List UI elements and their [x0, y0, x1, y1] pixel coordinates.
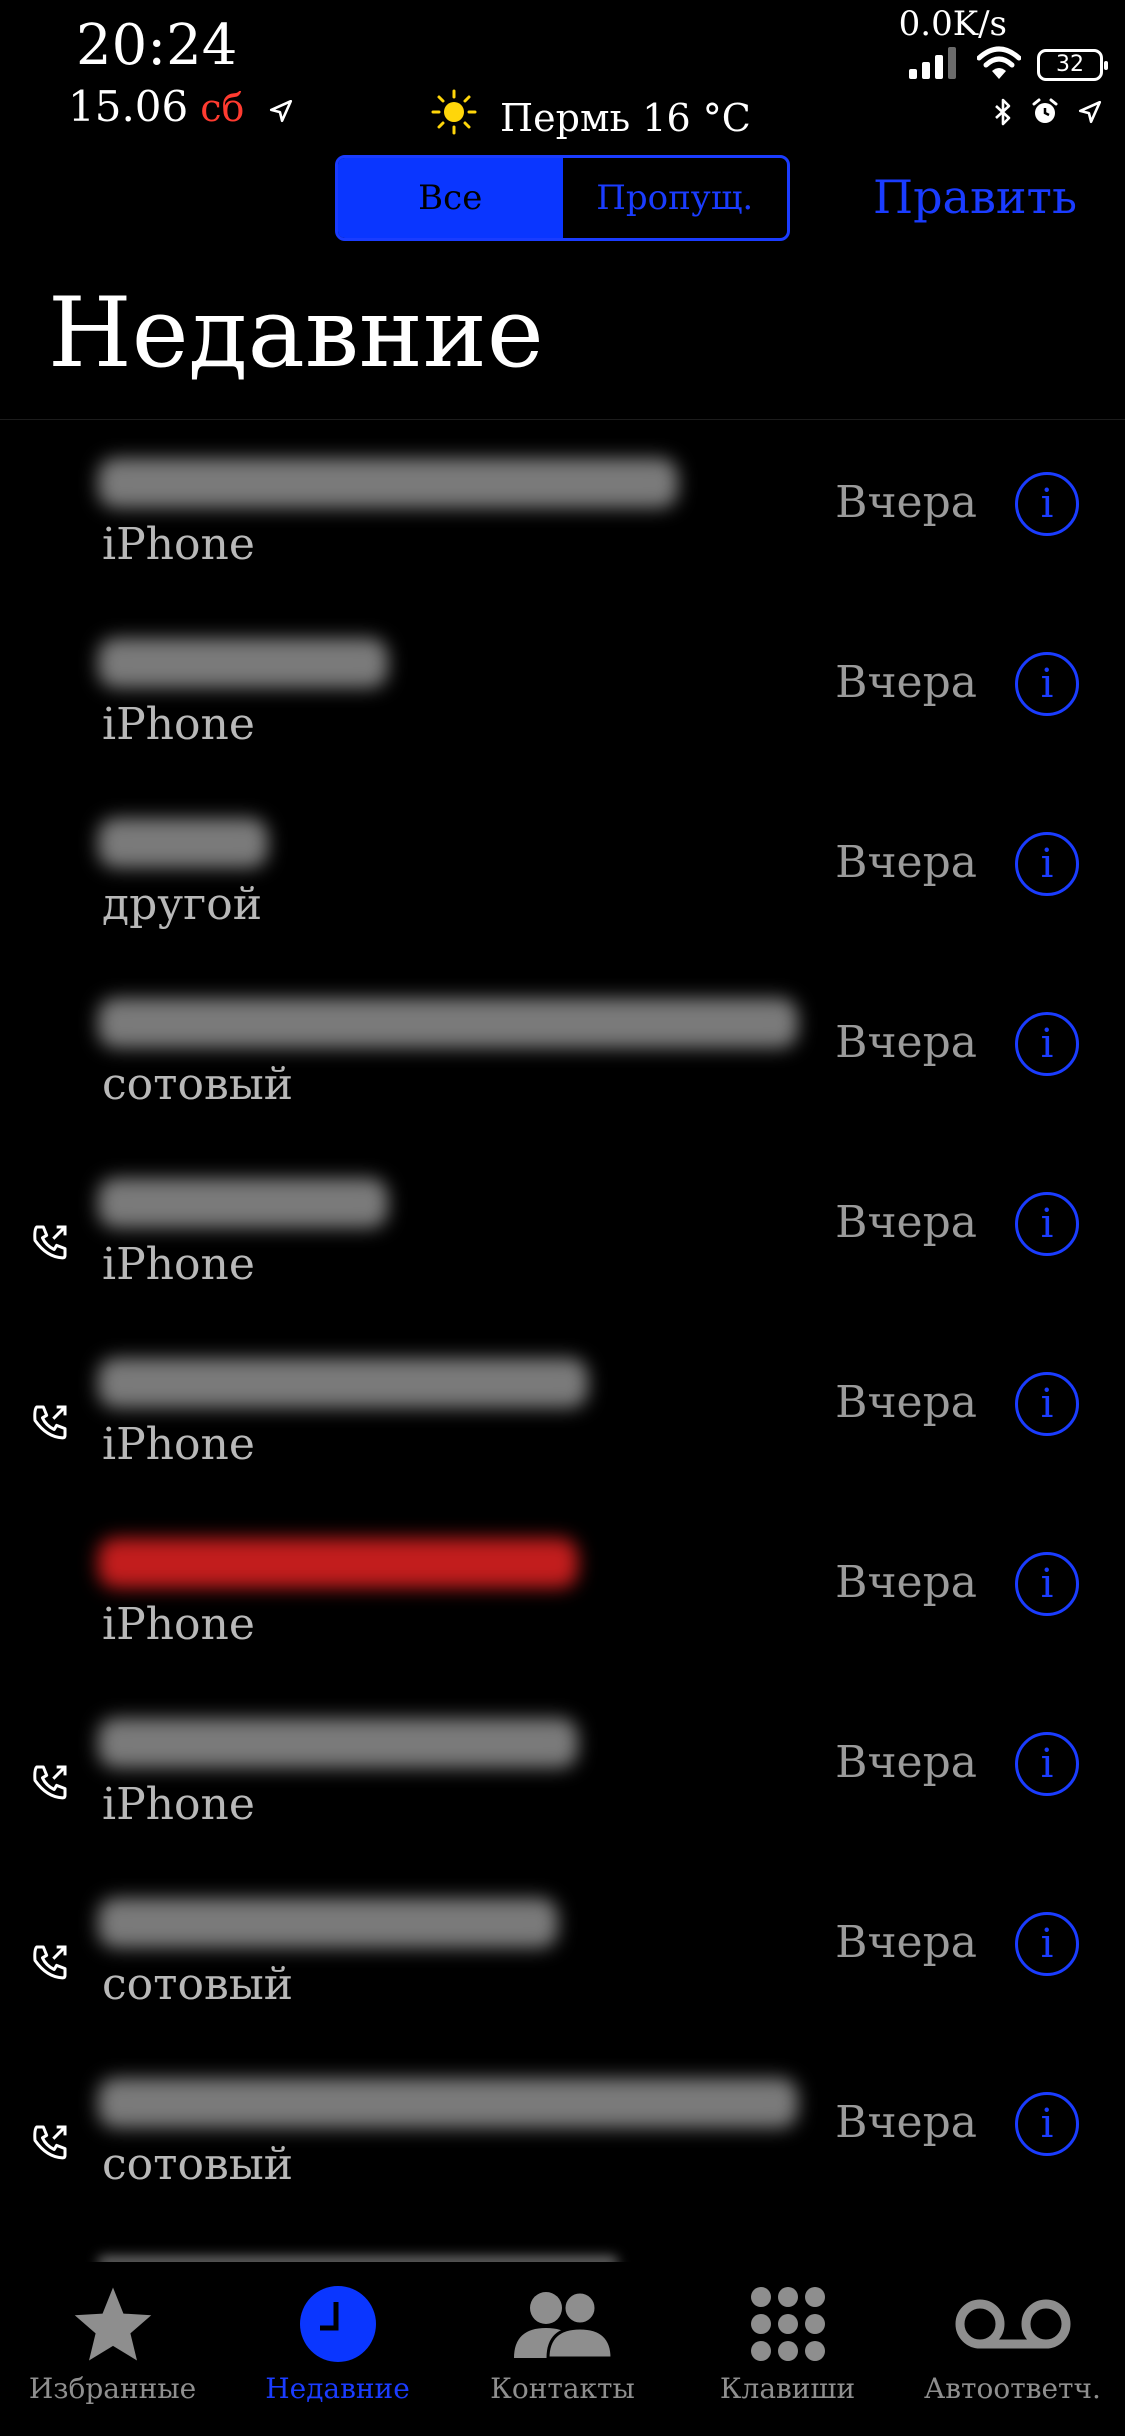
phone-type: iPhone	[102, 1779, 255, 1830]
phone-type: сотовый	[102, 1959, 294, 2010]
tab-label: Автоответч.	[924, 2372, 1101, 2405]
recent-calls-list[interactable]: iPhone Вчера i iPhone Вчера i другой Вчера i сото…	[0, 420, 1125, 2250]
status-indicators-secondary	[993, 98, 1103, 130]
tab-contacts[interactable]: Контакты	[450, 2262, 675, 2436]
battery-icon: 32	[1037, 49, 1108, 81]
info-icon[interactable]: i	[1015, 1372, 1079, 1436]
contact-name	[98, 1538, 578, 1588]
call-time: Вчера	[835, 1557, 977, 1608]
phone-type: сотовый	[102, 1059, 294, 1110]
keypad-icon	[749, 2282, 827, 2366]
status-date-value: 15.06	[68, 82, 189, 131]
outgoing-call-icon	[30, 2122, 70, 2166]
contact-name	[98, 638, 388, 688]
info-icon[interactable]: i	[1015, 2092, 1079, 2156]
segment-all[interactable]: Все	[338, 158, 563, 238]
call-row[interactable]: iPhone Вчера i	[0, 1500, 1125, 1680]
clock-icon	[298, 2282, 378, 2366]
info-icon[interactable]: i	[1015, 652, 1079, 716]
call-time: Вчера	[835, 837, 977, 888]
location-arrow-icon	[268, 85, 294, 135]
info-icon[interactable]: i	[1015, 1732, 1079, 1796]
tab-label: Избранные	[28, 2372, 197, 2405]
voicemail-icon	[954, 2282, 1072, 2366]
call-time: Вчера	[835, 1917, 977, 1968]
outgoing-call-icon	[30, 1222, 70, 1266]
call-row[interactable]: iPhone Вчера i	[0, 1680, 1125, 1860]
star-icon	[71, 2282, 155, 2366]
tab-favorites[interactable]: Избранные	[0, 2262, 225, 2436]
contact-name	[98, 1178, 388, 1228]
call-time: Вчера	[835, 1737, 977, 1788]
outgoing-call-icon	[30, 1942, 70, 1986]
contact-name	[98, 1718, 578, 1768]
weather: Пермь 16 °C	[430, 88, 751, 148]
phone-type: iPhone	[102, 519, 255, 570]
call-row[interactable]: iPhone Вчера i	[0, 420, 1125, 600]
call-time: Вчера	[835, 1377, 977, 1428]
call-row[interactable]: сотовый Вчера i	[0, 1860, 1125, 2040]
status-bar: 20:24 15.06 сб Пермь 16 °C 0.0K/s 32	[0, 0, 1125, 150]
info-icon[interactable]: i	[1015, 1012, 1079, 1076]
phone-type: сотовый	[102, 2139, 294, 2190]
call-time: Вчера	[835, 1197, 977, 1248]
info-icon[interactable]: i	[1015, 1912, 1079, 1976]
contact-name	[98, 818, 268, 868]
info-icon[interactable]: i	[1015, 1192, 1079, 1256]
call-row[interactable]: iPhone Вчера i	[0, 600, 1125, 780]
weather-text: Пермь 16 °C	[500, 96, 751, 140]
location-arrow-icon	[1077, 99, 1103, 129]
tab-voicemail[interactable]: Автоответч.	[900, 2262, 1125, 2436]
call-time: Вчера	[835, 477, 977, 528]
sun-icon	[430, 88, 478, 148]
call-row[interactable]: сотовый Вчера i	[0, 2040, 1125, 2220]
signal-icon	[909, 47, 961, 83]
contact-name	[98, 458, 678, 508]
contacts-icon	[510, 2282, 616, 2366]
status-date: 15.06 сб	[68, 82, 294, 135]
contact-name	[98, 1898, 558, 1948]
contact-name	[98, 1358, 588, 1408]
tab-label: Клавиши	[719, 2372, 856, 2405]
info-icon[interactable]: i	[1015, 472, 1079, 536]
wifi-icon	[976, 46, 1022, 84]
alarm-icon	[1031, 98, 1059, 130]
status-indicators: 32	[909, 46, 1108, 84]
filter-segmented-control: Все Пропущ.	[335, 155, 790, 241]
edit-button[interactable]: Править	[873, 170, 1077, 224]
phone-type: другой	[102, 879, 263, 930]
call-time: Вчера	[835, 1017, 977, 1068]
network-speed: 0.0K/s	[898, 4, 1007, 44]
phone-type: iPhone	[102, 1419, 255, 1470]
info-icon[interactable]: i	[1015, 1552, 1079, 1616]
outgoing-call-icon	[30, 1402, 70, 1446]
call-row[interactable]: сотовый Вчера i	[0, 960, 1125, 1140]
info-icon[interactable]: i	[1015, 832, 1079, 896]
call-row[interactable]: iPhone Вчера i	[0, 1140, 1125, 1320]
tab-recents[interactable]: Недавние	[225, 2262, 450, 2436]
phone-type: iPhone	[102, 1239, 255, 1290]
call-time: Вчера	[835, 657, 977, 708]
tab-label: Недавние	[265, 2372, 410, 2405]
call-row[interactable]: другой Вчера i	[0, 780, 1125, 960]
phone-type: iPhone	[102, 1599, 255, 1650]
status-time: 20:24	[76, 13, 238, 78]
page-title: Недавние	[48, 277, 544, 389]
outgoing-call-icon	[30, 1762, 70, 1806]
contact-name	[98, 998, 798, 1048]
contact-name	[98, 2078, 798, 2128]
bluetooth-icon	[993, 98, 1013, 130]
tab-label: Контакты	[490, 2372, 635, 2405]
call-time: Вчера	[835, 2097, 977, 2148]
tab-keypad[interactable]: Клавиши	[675, 2262, 900, 2436]
tab-bar: Избранные Недавние Контакты Клавиши Авто…	[0, 2262, 1125, 2436]
call-row[interactable]: iPhone Вчера i	[0, 1320, 1125, 1500]
status-day: сб	[200, 86, 245, 130]
phone-type: iPhone	[102, 699, 255, 750]
segment-missed[interactable]: Пропущ.	[563, 158, 788, 238]
